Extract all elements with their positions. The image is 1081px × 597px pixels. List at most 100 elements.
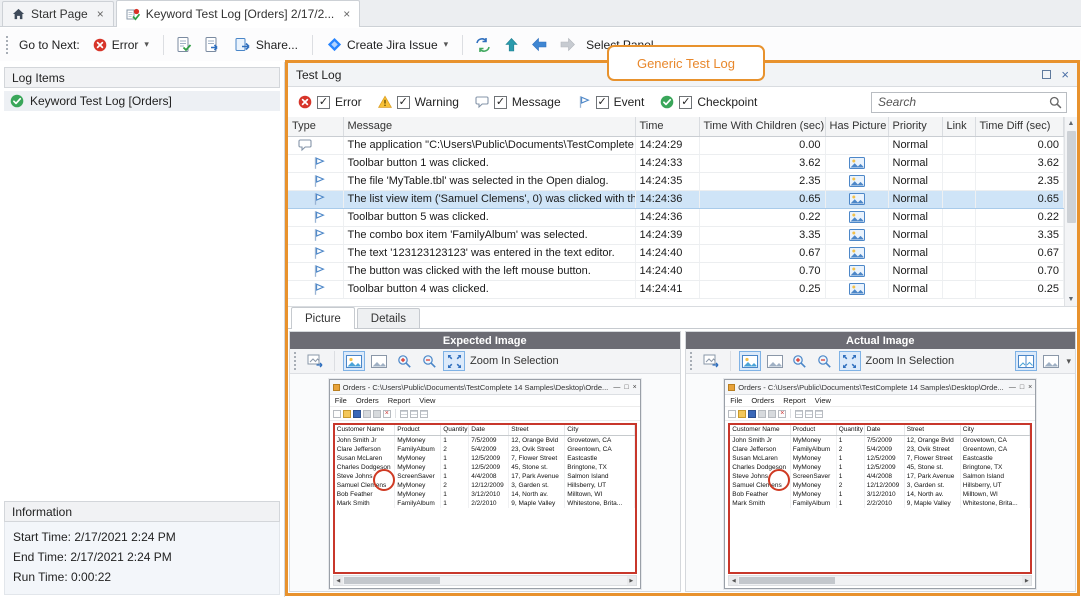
picture-icon[interactable] xyxy=(849,175,865,187)
tab-picture[interactable]: Picture xyxy=(291,307,355,329)
orders-window-controls: — □ × xyxy=(613,384,636,391)
orders-cell: 2 xyxy=(441,445,469,454)
attach-to-jira-button[interactable] xyxy=(470,33,496,57)
picture-icon[interactable] xyxy=(849,157,865,169)
information-body: Start Time: 2/17/2021 2:24 PMEnd Time: 2… xyxy=(4,522,280,595)
picture-icon[interactable] xyxy=(849,265,865,277)
scrollbar-thumb[interactable] xyxy=(1067,131,1076,223)
orders-cell: ScreenSaver xyxy=(395,472,441,481)
toolbar-grip[interactable] xyxy=(294,352,296,370)
orders-cell: Hillsberry, UT xyxy=(960,481,1030,490)
orders-cell: 5/4/2009 xyxy=(864,445,904,454)
log-column-header[interactable]: Time With Children (sec) xyxy=(699,117,825,136)
orders-cell: 45, Stone st. xyxy=(509,463,565,472)
go-to-next-error-dropdown[interactable]: Error ▾ xyxy=(86,34,156,56)
log-column-header[interactable]: Link xyxy=(942,117,975,136)
log-row[interactable]: The application "C:\Users\Public\Documen… xyxy=(288,136,1064,154)
copy-image-button[interactable] xyxy=(700,351,722,371)
view-image-button[interactable] xyxy=(343,351,365,371)
log-column-header[interactable]: Time Diff (sec) xyxy=(975,117,1064,136)
log-row[interactable]: The list view item ('Samuel Clemens', 0)… xyxy=(288,190,1064,208)
orders-cell: 2/2/2010 xyxy=(864,499,904,508)
orders-cell: Bringtone, TX xyxy=(565,463,635,472)
zoom-in-button[interactable] xyxy=(393,351,415,371)
close-panel-icon[interactable]: × xyxy=(1061,68,1069,81)
compare-images-button[interactable] xyxy=(1015,351,1037,371)
export-log-button[interactable] xyxy=(199,33,225,57)
tab-keyword-test-log[interactable]: Keyword Test Log [Orders] 2/17/2... × xyxy=(116,0,361,27)
log-cell-time-diff: 0.22 xyxy=(975,208,1064,226)
callout-label: Generic Test Log xyxy=(637,56,735,71)
zoom-out-button[interactable] xyxy=(418,351,440,371)
picture-icon[interactable] xyxy=(849,193,865,205)
zoom-in-selection-button[interactable] xyxy=(839,351,861,371)
view-grid-icon xyxy=(795,410,803,418)
image-options-button[interactable] xyxy=(1040,351,1062,371)
filter-checkbox-message[interactable] xyxy=(494,96,507,109)
scroll-down-icon[interactable]: ▼ xyxy=(1065,293,1077,306)
expected-image-toolbar: Zoom In Selection xyxy=(290,349,680,374)
picture-icon[interactable] xyxy=(849,211,865,223)
filter-checkbox-error[interactable] xyxy=(317,96,330,109)
close-icon[interactable]: × xyxy=(97,7,104,21)
event-icon xyxy=(312,246,326,260)
log-column-header[interactable]: Time xyxy=(635,117,699,136)
log-cell-time-diff: 0.65 xyxy=(975,190,1064,208)
upload-results-button[interactable] xyxy=(498,33,524,57)
zoom-in-button[interactable] xyxy=(789,351,811,371)
search-input[interactable] xyxy=(872,93,1066,112)
log-row[interactable]: The file 'MyTable.tbl' was selected in t… xyxy=(288,172,1064,190)
orders-cell: 4/4/2008 xyxy=(469,472,509,481)
picture-icon[interactable] xyxy=(849,229,865,241)
log-column-header[interactable]: Type xyxy=(288,117,343,136)
orders-cell: MyMoney xyxy=(790,481,836,490)
view-summary-button[interactable] xyxy=(171,33,197,57)
orders-cell: Bob Feather xyxy=(335,490,395,499)
orders-title-text: Orders - C:\Users\Public\Documents\TestC… xyxy=(738,383,1006,392)
log-row[interactable]: The button was clicked with the left mou… xyxy=(288,262,1064,280)
toolbar-grip[interactable] xyxy=(6,36,8,54)
log-column-header[interactable]: Priority xyxy=(888,117,942,136)
filter-checkbox-event[interactable] xyxy=(596,96,609,109)
log-cell-time-with-children: 0.25 xyxy=(699,280,825,298)
copy-image-button[interactable] xyxy=(304,351,326,371)
scroll-up-icon[interactable]: ▲ xyxy=(1065,117,1077,130)
create-jira-issue-button[interactable]: Create Jira Issue ▾ xyxy=(320,33,455,56)
filter-checkbox-checkpoint[interactable] xyxy=(679,96,692,109)
zoom-out-button[interactable] xyxy=(814,351,836,371)
toolbar-grip[interactable] xyxy=(690,352,692,370)
tree-item-keyword-test-log[interactable]: Keyword Test Log [Orders] xyxy=(4,91,280,111)
log-row[interactable]: The text '123123123123' was entered in t… xyxy=(288,244,1064,262)
log-row[interactable]: Toolbar button 4 was clicked.14:24:410.2… xyxy=(288,280,1064,298)
chevron-down-icon[interactable]: ▾ xyxy=(1066,356,1071,367)
tab-details[interactable]: Details xyxy=(357,308,420,328)
log-cell-type xyxy=(288,208,343,226)
close-icon[interactable]: × xyxy=(343,7,350,21)
filter-checkbox-warning[interactable] xyxy=(397,96,410,109)
zoom-in-selection-button[interactable] xyxy=(443,351,465,371)
log-cell-type xyxy=(288,280,343,298)
pan-image-button[interactable] xyxy=(764,351,786,371)
log-cell-time: 14:24:33 xyxy=(635,154,699,172)
share-button[interactable]: Share... xyxy=(227,33,305,57)
orders-cell: MyMoney xyxy=(395,435,441,445)
info-line: End Time: 2/17/2021 2:24 PM xyxy=(13,550,271,564)
picture-icon[interactable] xyxy=(849,283,865,295)
log-row[interactable]: The combo box item 'FamilyAlbum' was sel… xyxy=(288,226,1064,244)
orders-app-screenshot: Orders - C:\Users\Public\Documents\TestC… xyxy=(724,379,1036,589)
picture-icon[interactable] xyxy=(849,247,865,259)
back-button[interactable] xyxy=(526,33,552,57)
log-column-header[interactable]: Has Picture xyxy=(825,117,888,136)
tab-start-page[interactable]: Start Page × xyxy=(2,1,114,26)
expected-image-panel: Expected Image Zoom In Selection Orders … xyxy=(289,331,681,592)
orders-cell: Hillsberry, UT xyxy=(565,481,635,490)
log-row[interactable]: Toolbar button 1 was clicked.14:24:333.6… xyxy=(288,154,1064,172)
log-scrollbar[interactable]: ▲ ▼ xyxy=(1064,117,1077,306)
float-panel-icon[interactable] xyxy=(1042,70,1051,79)
view-image-button[interactable] xyxy=(739,351,761,371)
log-column-header[interactable]: Message xyxy=(343,117,635,136)
log-cell-time-with-children: 0.00 xyxy=(699,136,825,154)
forward-button[interactable] xyxy=(554,33,580,57)
log-row[interactable]: Toolbar button 5 was clicked.14:24:360.2… xyxy=(288,208,1064,226)
pan-image-button[interactable] xyxy=(368,351,390,371)
